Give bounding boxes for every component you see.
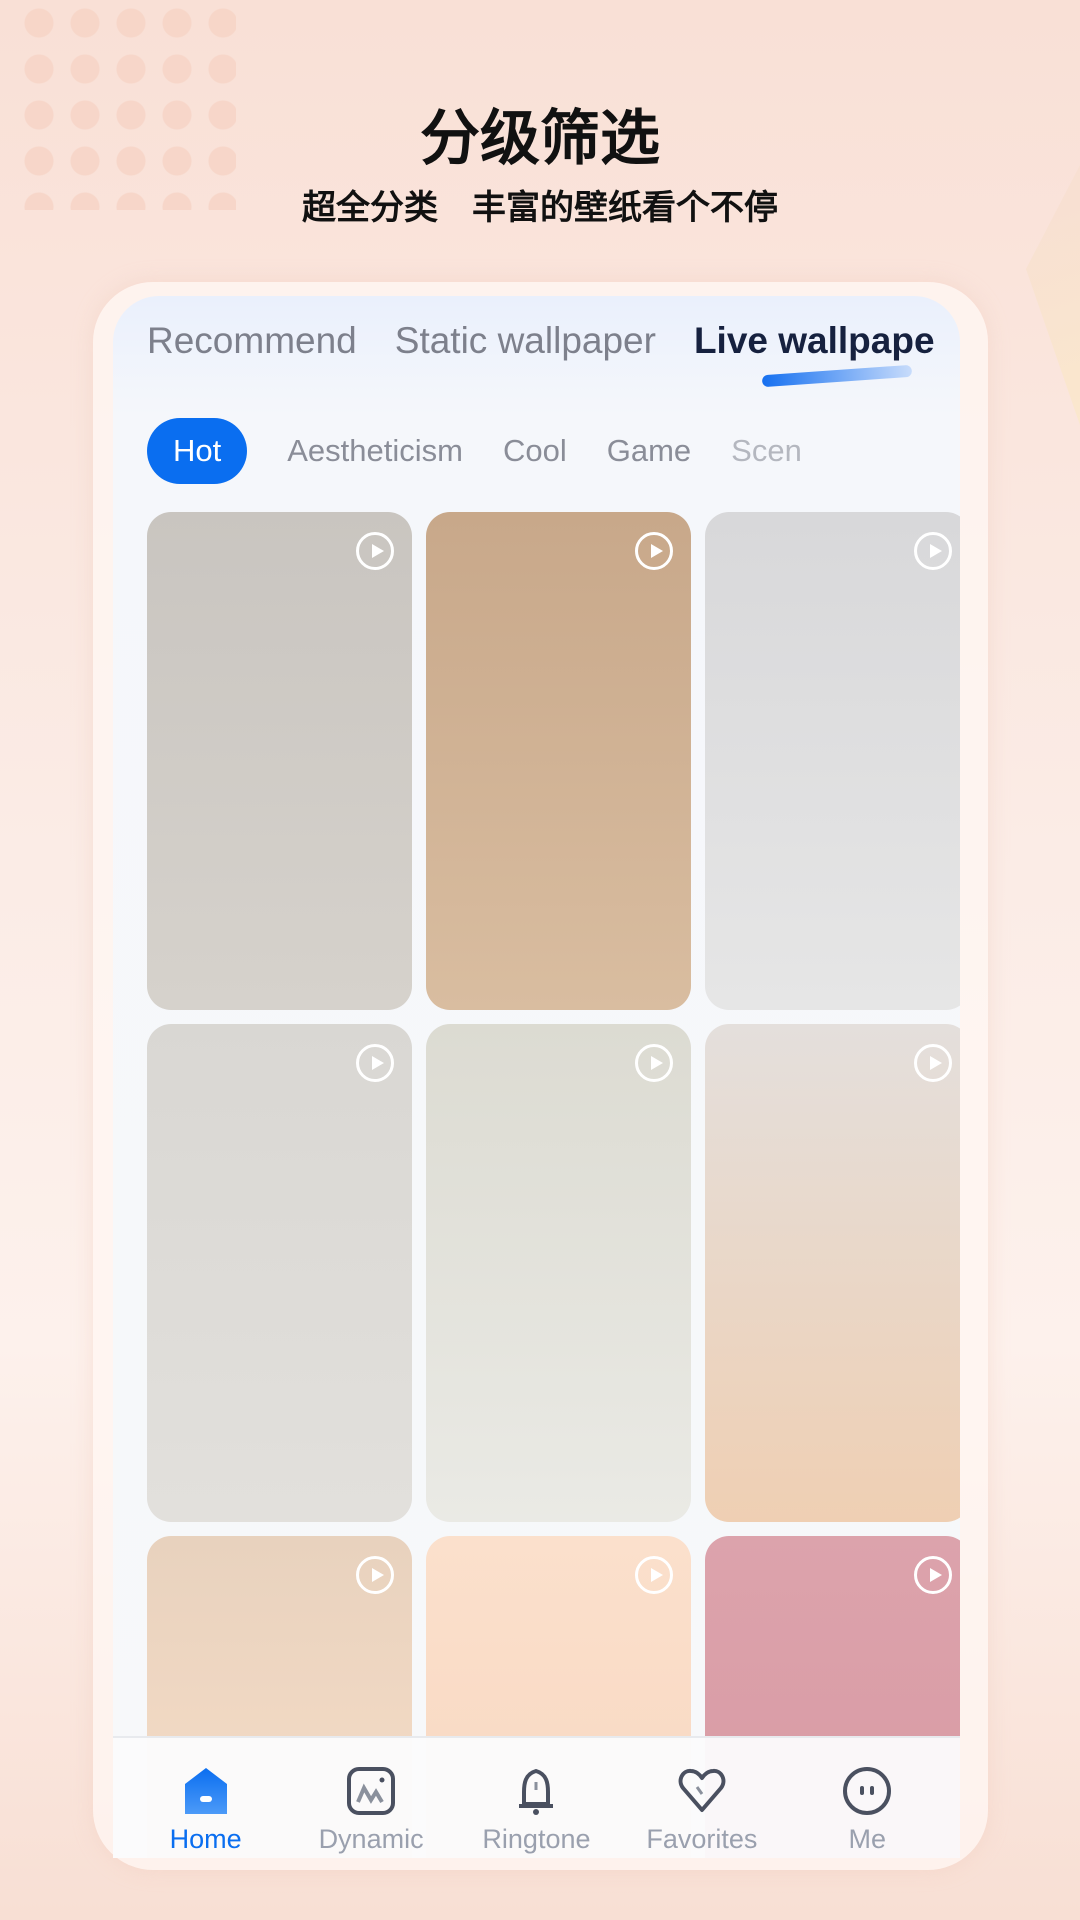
- play-icon: [914, 1556, 952, 1594]
- nav-label: Ringtone: [482, 1824, 591, 1854]
- wallpaper-grid: [147, 512, 960, 1858]
- home-icon: [181, 1766, 231, 1816]
- nav-me[interactable]: Me: [792, 1738, 942, 1858]
- play-icon: [356, 532, 394, 570]
- category-tabs: Recommend Static wallpaper Live wallpape: [147, 320, 960, 388]
- nav-label: Home: [169, 1824, 242, 1854]
- wallpaper-card-green-plant-bottle[interactable]: [705, 512, 960, 1010]
- tab-static-wallpaper[interactable]: Static wallpaper: [395, 320, 656, 362]
- chip-cool[interactable]: Cool: [503, 418, 567, 484]
- nav-label: Me: [848, 1824, 886, 1854]
- play-icon: [914, 1044, 952, 1082]
- page-subtitle: 超全分类 丰富的壁纸看个不停: [302, 188, 778, 228]
- filter-chips: Hot Aestheticism Cool Game Scen: [147, 418, 842, 484]
- tab-live-wallpaper[interactable]: Live wallpape: [693, 320, 935, 388]
- play-icon: [914, 532, 952, 570]
- app-screen: Recommend Static wallpaper Live wallpape H…: [113, 296, 960, 1858]
- wallpaper-card-beach-footprints[interactable]: [705, 1024, 960, 1522]
- tab-recommend[interactable]: Recommend: [147, 320, 357, 362]
- nav-ringtone[interactable]: Ringtone: [461, 1738, 611, 1858]
- bell-icon: [511, 1766, 561, 1816]
- nav-label: Favorites: [646, 1824, 758, 1854]
- wallpaper-card-pink-flower[interactable]: [147, 1024, 412, 1522]
- nav-dynamic[interactable]: Dynamic: [296, 1738, 446, 1858]
- chip-aestheticism[interactable]: Aestheticism: [287, 418, 463, 484]
- bottom-nav: Home Dynamic Ringtone Favorites Me: [113, 1736, 960, 1858]
- play-icon: [356, 1556, 394, 1594]
- nav-home[interactable]: Home: [131, 1738, 281, 1858]
- play-icon: [356, 1044, 394, 1082]
- active-tab-underline: [761, 364, 913, 388]
- play-icon: [635, 1044, 673, 1082]
- chip-game[interactable]: Game: [607, 418, 691, 484]
- play-icon: [635, 1556, 673, 1594]
- picture-icon: [346, 1766, 396, 1816]
- chip-hot[interactable]: Hot: [147, 418, 248, 484]
- play-icon: [635, 532, 673, 570]
- chip-scenery[interactable]: Scen: [731, 418, 802, 484]
- heart-icon: [677, 1766, 727, 1816]
- nav-label: Dynamic: [318, 1824, 424, 1854]
- nav-favorites[interactable]: Favorites: [627, 1738, 777, 1858]
- wallpaper-card-orange-vase[interactable]: [147, 512, 412, 1010]
- face-icon: [842, 1766, 892, 1816]
- tab-label: Live wallpape: [693, 320, 935, 361]
- wallpaper-card-pampas-grass[interactable]: [426, 512, 691, 1010]
- wallpaper-card-dry-branches[interactable]: [426, 1024, 691, 1522]
- page-title: 分级筛选: [420, 104, 660, 174]
